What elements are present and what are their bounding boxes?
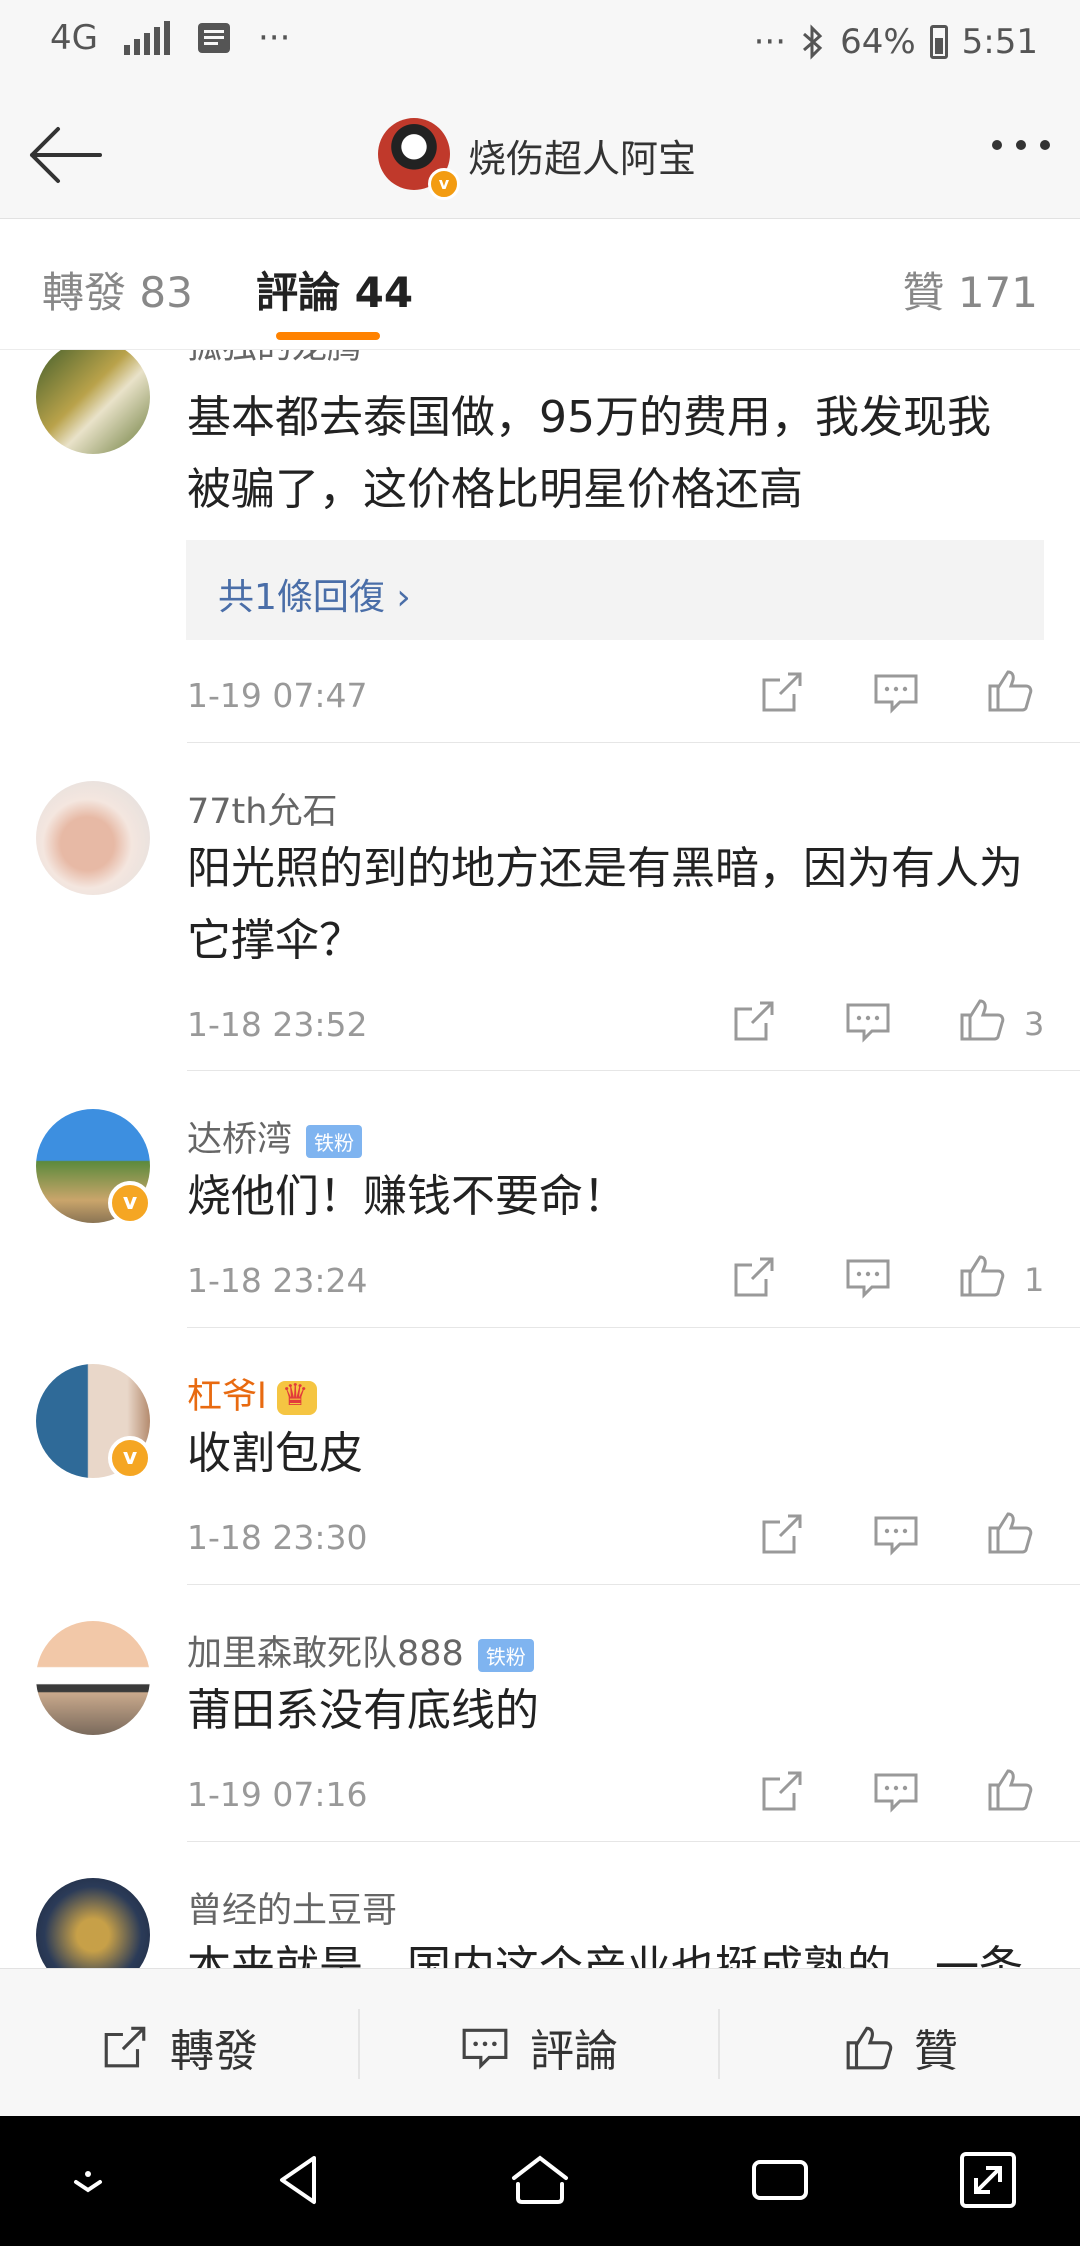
comment-list[interactable]: 孤独的龙腾 基本都去泰国做，95万的费用，我发现我 被骗了，这价格比明星价格还高… [0, 350, 1080, 1968]
like-icon [846, 2026, 893, 2070]
like-icon[interactable] [986, 666, 1034, 714]
comment-icon [462, 2028, 508, 2070]
divider [187, 1327, 1080, 1328]
tab-comments[interactable]: 評論 44 [256, 259, 413, 320]
comment-username[interactable]: 孤独的龙腾 [187, 350, 362, 369]
like-icon[interactable] [958, 1251, 1006, 1299]
divider [187, 1070, 1080, 1071]
avatar[interactable] [36, 1878, 150, 1968]
home-icon[interactable] [508, 2148, 572, 2212]
system-nav-bar [0, 2116, 1080, 2246]
expand-icon[interactable] [956, 2148, 1020, 2212]
comment-text: 莆田系没有底线的 [187, 1685, 539, 1736]
chevron-down-icon[interactable] [56, 2148, 120, 2212]
comment-username[interactable]: 杠爷l [187, 1368, 317, 1419]
more-options-icon[interactable] [992, 140, 1050, 150]
comment-text: 阳光照的到的地方还是有黑暗，因为有人为 它撑伞？ [187, 843, 1023, 966]
avatar[interactable] [36, 350, 150, 454]
vip-crown-icon [276, 1378, 317, 1415]
divider [718, 2009, 720, 2079]
status-more-left: ··· [257, 18, 291, 58]
tab-bar: 轉發 83 評論 44 贊 171 [0, 219, 1080, 350]
divider [187, 1584, 1080, 1585]
fan-tag: 铁粉 [306, 1124, 363, 1158]
repost-icon [104, 2026, 146, 2068]
comment-time: 1-18 23:30 [187, 1518, 368, 1557]
bottom-action-bar: 轉發 評論 贊 [0, 1968, 1080, 2117]
network-indicator: 4G [50, 18, 98, 58]
battery-icon [929, 25, 948, 59]
tab-likes[interactable]: 贊 171 [902, 259, 1038, 320]
top-nav-bar: v 烧伤超人阿宝 [0, 90, 1080, 219]
comment-username[interactable]: 加里森敢死队888 铁粉 [187, 1625, 534, 1676]
clock: 5:51 [961, 22, 1038, 62]
repost-button[interactable]: 轉發 [100, 2015, 258, 2079]
verified-badge-icon: v [108, 1436, 152, 1480]
divider [358, 2009, 360, 2079]
fan-tag: 铁粉 [477, 1638, 534, 1672]
repost-icon[interactable] [730, 997, 778, 1045]
like-button[interactable]: 贊 [844, 2015, 958, 2079]
comment-time: 1-19 07:47 [187, 676, 368, 715]
repost-icon[interactable] [758, 1767, 806, 1815]
comment-username[interactable]: 77th允石 [187, 783, 337, 834]
comment-icon[interactable] [872, 1510, 920, 1558]
avatar[interactable] [36, 1621, 150, 1735]
comment-icon[interactable] [844, 997, 892, 1045]
like-count: 1 [1024, 1261, 1045, 1299]
view-replies-link[interactable]: 共1條回復 › [218, 568, 411, 620]
comment-username[interactable]: 达桥湾 铁粉 [187, 1111, 363, 1162]
divider [187, 742, 1080, 743]
status-bar: 4G ··· ··· 64% 5:51 [0, 0, 1080, 90]
comment-username[interactable]: 曾经的土豆哥 [187, 1882, 397, 1933]
battery-percent: 64% [840, 22, 916, 62]
status-more-right: ··· [753, 22, 787, 62]
bluetooth-icon [803, 24, 823, 60]
comment-text: 基本都去泰国做，95万的费用，我发现我 被骗了，这价格比明星价格还高 [187, 392, 991, 515]
verified-badge-icon: v [428, 168, 460, 200]
back-arrow-icon[interactable] [26, 120, 106, 190]
tab-reposts[interactable]: 轉發 83 [42, 259, 193, 320]
comment-time: 1-18 23:52 [187, 1005, 368, 1044]
replies-box[interactable]: 共1條回復 › [186, 540, 1044, 640]
comment-time: 1-18 23:24 [187, 1261, 368, 1300]
verified-badge-icon: v [108, 1181, 152, 1225]
comment-icon[interactable] [872, 1767, 920, 1815]
repost-icon[interactable] [758, 668, 806, 716]
active-tab-indicator [276, 332, 380, 340]
comment-icon[interactable] [844, 1253, 892, 1301]
avatar[interactable] [36, 781, 150, 895]
comment-time: 1-19 07:16 [187, 1775, 368, 1814]
repost-icon[interactable] [758, 1510, 806, 1558]
page-title[interactable]: 烧伤超人阿宝 [468, 128, 696, 183]
like-icon[interactable] [958, 995, 1006, 1043]
comment-text: 本来就是，国内这个产业也挺成熟的，一条 [187, 1942, 1023, 1968]
like-icon[interactable] [986, 1508, 1034, 1556]
comment-button[interactable]: 評論 [460, 2015, 618, 2079]
message-notification-icon [197, 23, 230, 53]
recent-apps-icon[interactable] [748, 2148, 812, 2212]
comment-text: 收割包皮 [187, 1428, 363, 1479]
divider [187, 1841, 1080, 1842]
like-icon[interactable] [986, 1765, 1034, 1813]
like-count: 3 [1024, 1005, 1045, 1043]
repost-icon[interactable] [730, 1253, 778, 1301]
signal-icon [123, 21, 170, 55]
comment-icon[interactable] [872, 668, 920, 716]
back-icon[interactable] [270, 2148, 334, 2212]
comment-text: 烧他们！赚钱不要命！ [187, 1171, 627, 1222]
